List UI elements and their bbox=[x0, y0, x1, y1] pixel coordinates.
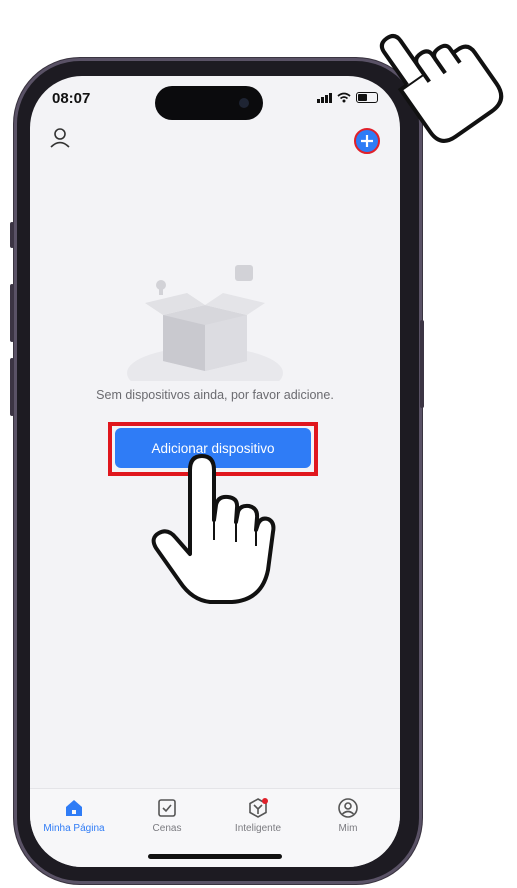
home-icon bbox=[66, 800, 82, 816]
dynamic-island bbox=[155, 86, 263, 120]
pointing-hand-icon bbox=[379, 34, 504, 143]
empty-box-illustration bbox=[127, 265, 283, 381]
tab-inteligente[interactable]: Inteligente bbox=[218, 797, 298, 834]
tab-label: Cenas bbox=[152, 823, 182, 834]
tab-mim[interactable]: Mim bbox=[308, 797, 388, 834]
tab-minha-pagina[interactable]: Minha Página bbox=[34, 797, 114, 834]
profile-circle-icon bbox=[338, 798, 358, 818]
tab-bar: Minha Página Cenas Inteligente Mim bbox=[30, 788, 400, 867]
phone-power-button bbox=[420, 320, 424, 408]
status-icons bbox=[317, 92, 378, 103]
tab-cenas[interactable]: Cenas bbox=[127, 797, 207, 834]
home-indicator bbox=[148, 854, 282, 859]
tab-label: Minha Página bbox=[43, 823, 105, 834]
checkbox-icon bbox=[158, 799, 176, 817]
wifi-icon bbox=[337, 92, 351, 103]
status-time: 08:07 bbox=[52, 90, 91, 107]
tab-label: Inteligente bbox=[234, 823, 282, 834]
tapping-hand-icon bbox=[151, 454, 276, 604]
phone-volume-down bbox=[10, 358, 14, 416]
signal-icon bbox=[317, 92, 332, 103]
smart-icon bbox=[249, 798, 268, 818]
tab-label: Mim bbox=[338, 823, 358, 834]
phone-side-button bbox=[10, 222, 14, 248]
empty-state-message: Sem dispositivos ainda, por favor adicio… bbox=[96, 388, 334, 402]
user-icon[interactable] bbox=[48, 126, 72, 150]
phone-volume-up bbox=[10, 284, 14, 342]
camera-icon bbox=[239, 98, 249, 108]
